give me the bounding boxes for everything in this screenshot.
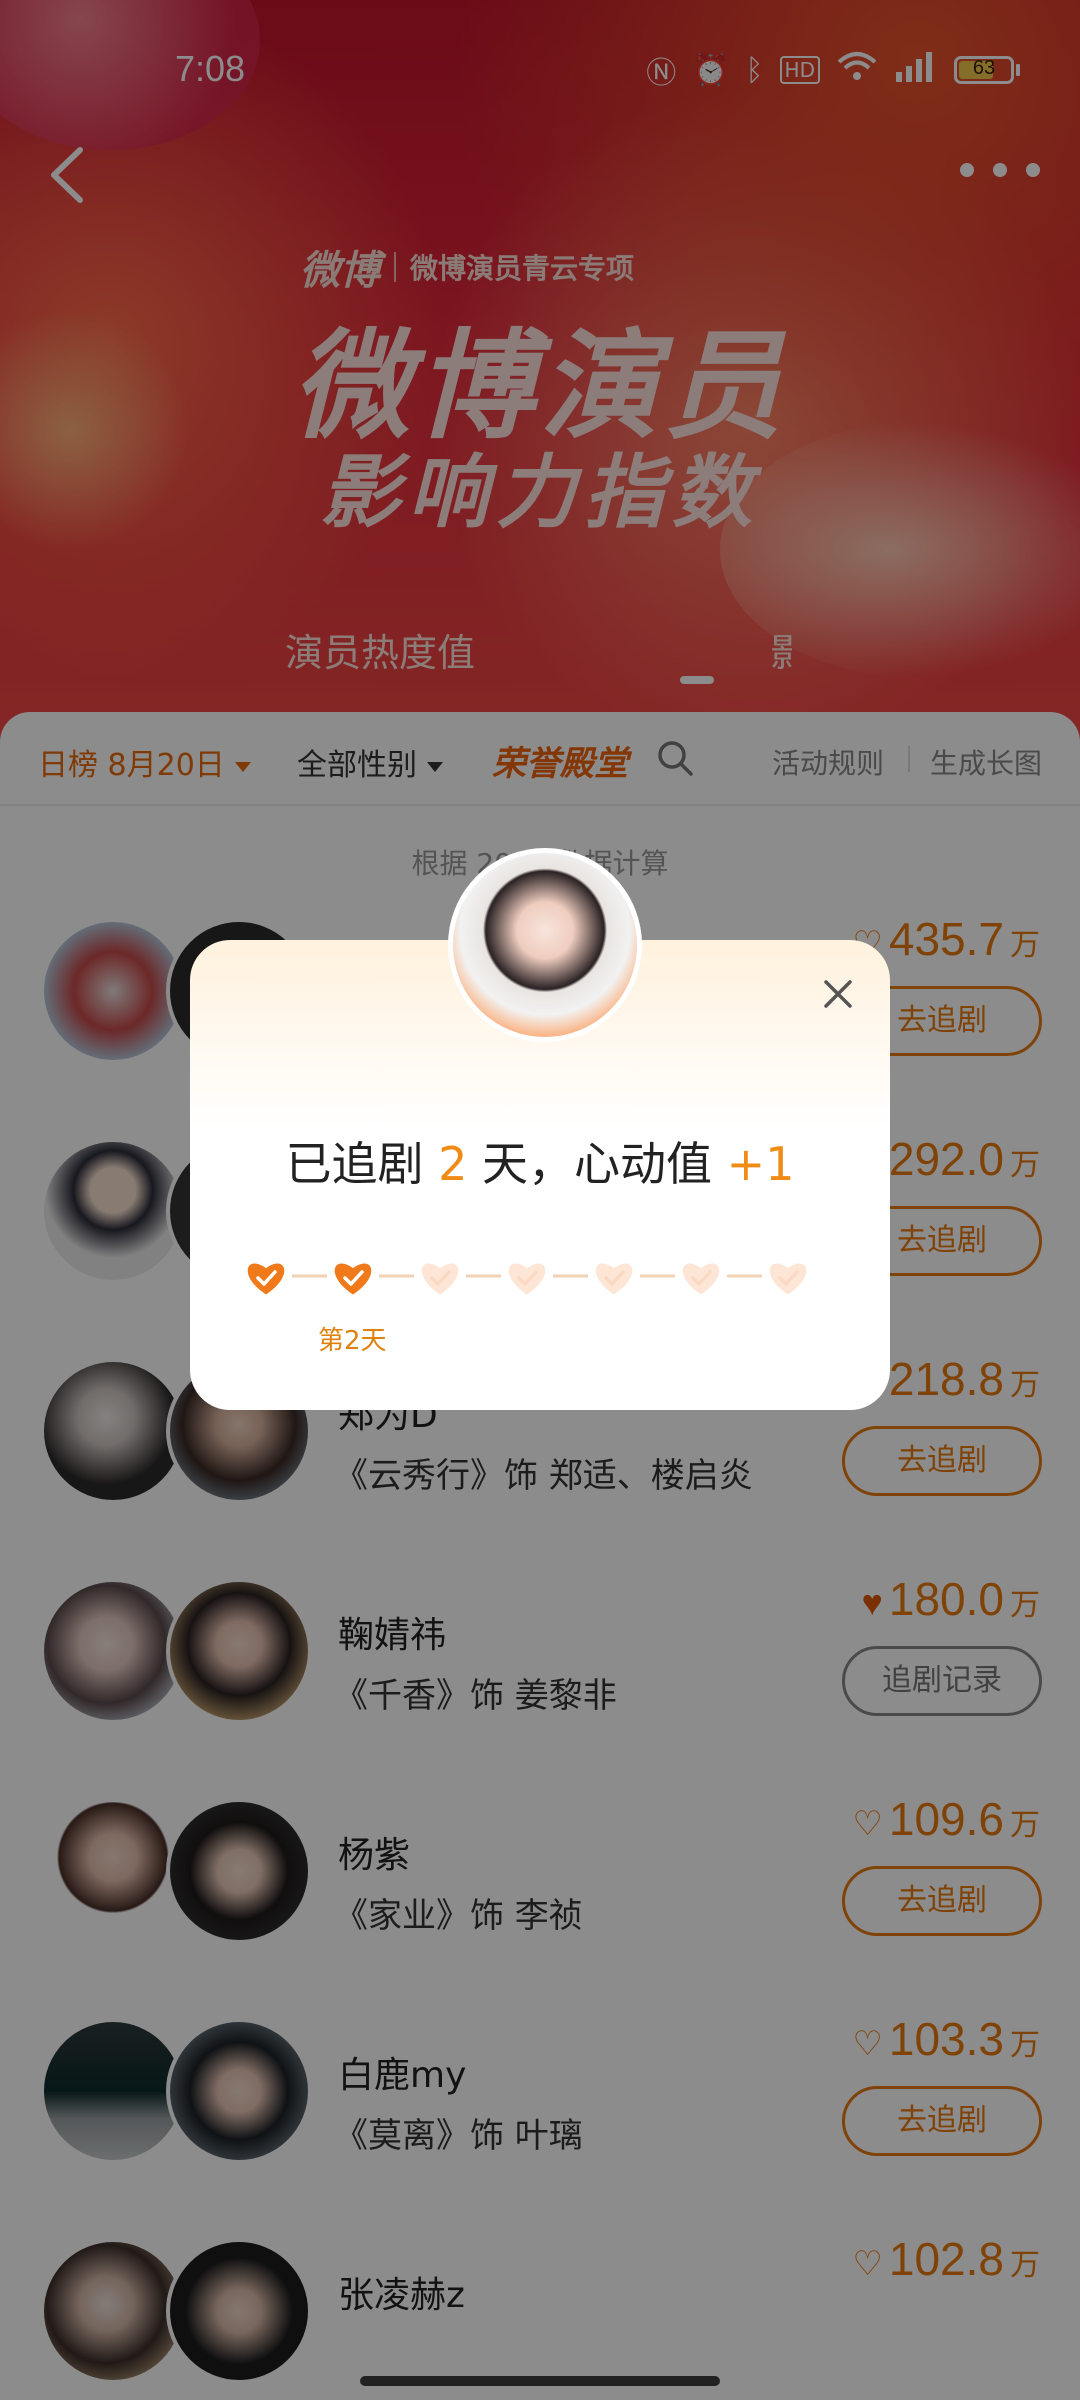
heart-filled-icon xyxy=(247,1263,285,1295)
heart-empty-icon xyxy=(508,1263,546,1295)
heart-empty-icon xyxy=(769,1263,807,1295)
dialog-bonus: +1 xyxy=(726,1137,795,1191)
dialog-title-prefix: 已追剧 xyxy=(285,1137,424,1191)
close-button[interactable] xyxy=(820,976,856,1012)
heart-empty-icon xyxy=(595,1263,633,1295)
dialog-title: 已追剧 2 天，心动值 +1 xyxy=(190,1128,890,1194)
dialog-title-mid: 天，心动值 xyxy=(482,1137,713,1191)
day-caption: 第2天 xyxy=(318,1326,387,1356)
home-indicator xyxy=(360,2376,720,2386)
check-in-progress xyxy=(247,1263,807,1295)
close-icon xyxy=(824,980,852,1008)
heart-empty-icon xyxy=(421,1263,459,1295)
dialog-avatar xyxy=(448,848,642,1042)
heart-empty-icon xyxy=(682,1263,720,1295)
heart-filled-icon xyxy=(334,1263,372,1295)
dialog-days: 2 xyxy=(438,1137,468,1191)
